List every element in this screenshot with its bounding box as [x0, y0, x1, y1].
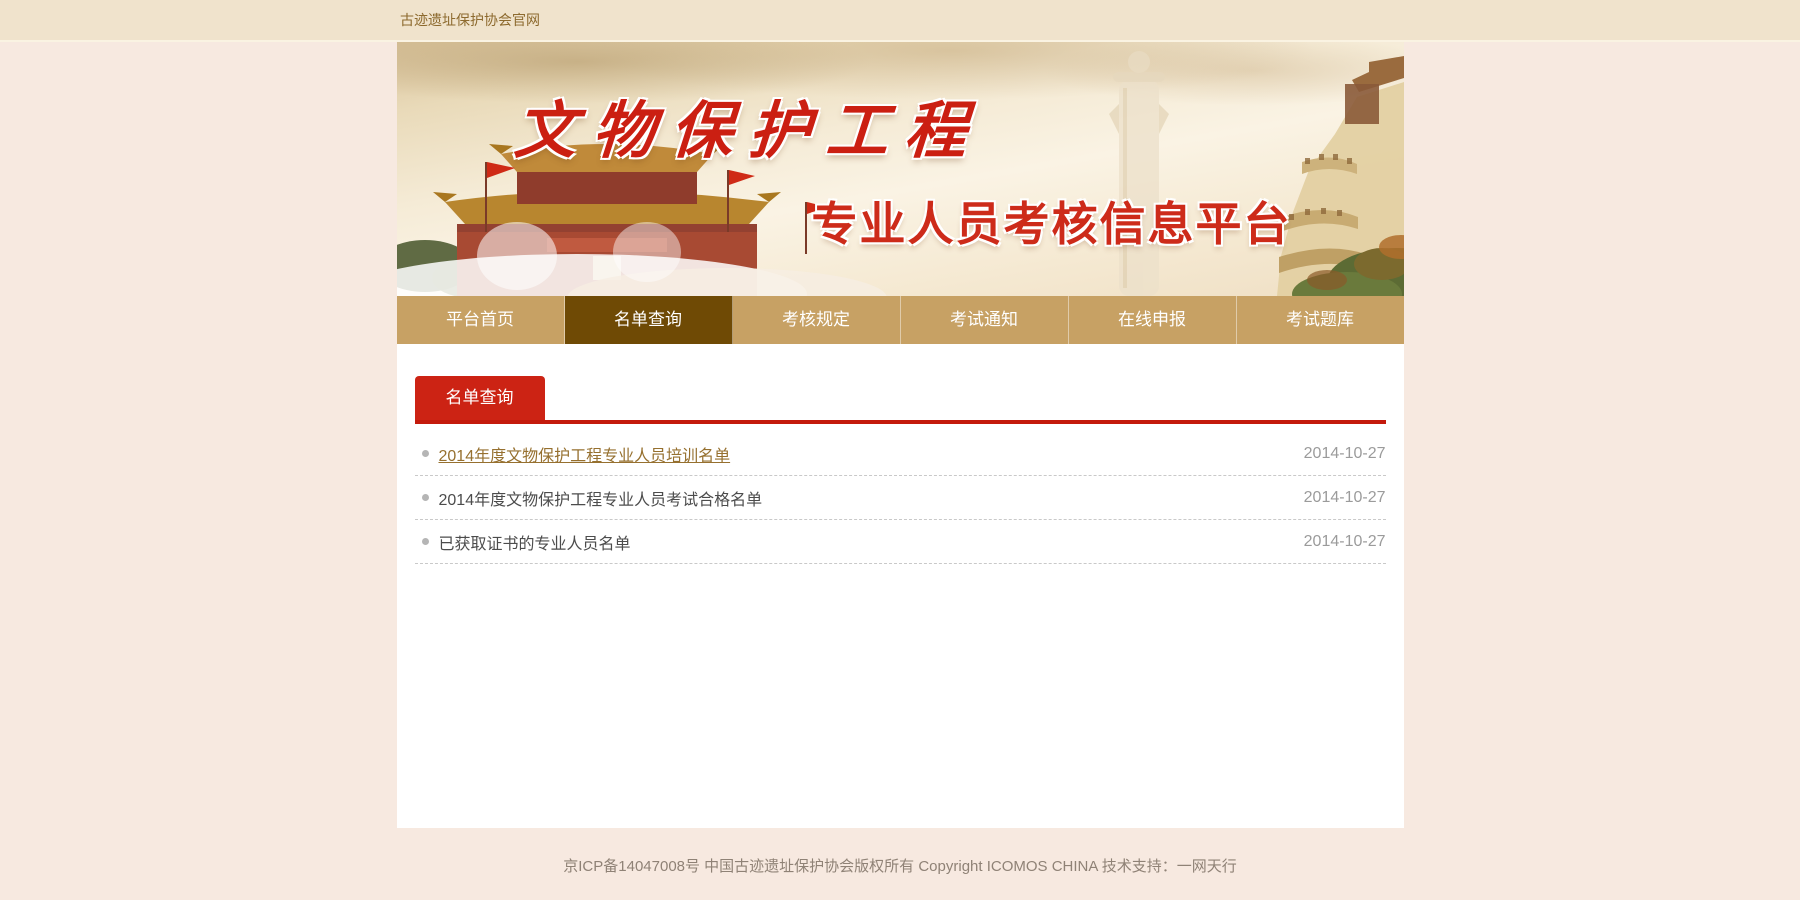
content-area: 名单查询 2014年度文物保护工程专业人员培训名单 2014-10-27 201…	[397, 344, 1404, 828]
list-item-link-training[interactable]: 2014年度文物保护工程专业人员培训名单	[439, 442, 731, 466]
topbar: 古迹遗址保护协会官网	[0, 0, 1800, 42]
news-list: 2014年度文物保护工程专业人员培训名单 2014-10-27 2014年度文物…	[415, 432, 1386, 564]
main-nav: 平台首页 名单查询 考核规定 考试通知 在线申报 考试题库	[397, 296, 1404, 344]
page-column: 文物保护工程 专业人员考核信息平台 平台首页 名单查询 考核规定 考试通知 在线…	[397, 42, 1404, 828]
bullet-icon	[422, 450, 429, 457]
banner-subtitle: 专业人员考核信息平台	[812, 188, 1292, 254]
list-item-link-certified[interactable]: 已获取证书的专业人员名单	[439, 530, 631, 554]
banner: 文物保护工程 专业人员考核信息平台	[397, 42, 1404, 296]
bullet-icon	[422, 494, 429, 501]
bullet-icon	[422, 538, 429, 545]
list-item: 已获取证书的专业人员名单 2014-10-27	[415, 520, 1386, 564]
list-item: 2014年度文物保护工程专业人员考试合格名单 2014-10-27	[415, 476, 1386, 520]
nav-item-exam-notice[interactable]: 考试通知	[901, 296, 1069, 344]
nav-item-assessment-rules[interactable]: 考核规定	[733, 296, 901, 344]
section-tab-list-query: 名单查询	[415, 376, 545, 420]
list-item-date: 2014-10-27	[1304, 533, 1386, 551]
huabiao-column-graphic	[1109, 51, 1169, 296]
footer-copyright-text: 京ICP备14047008号 中国古迹遗址保护协会版权所有 Copyright …	[563, 858, 1236, 875]
footer: 京ICP备14047008号 中国古迹遗址保护协会版权所有 Copyright …	[0, 828, 1800, 876]
list-item-date: 2014-10-27	[1304, 489, 1386, 507]
association-site-link[interactable]: 古迹遗址保护协会官网	[400, 0, 540, 40]
nav-item-question-bank[interactable]: 考试题库	[1237, 296, 1404, 344]
nav-item-home[interactable]: 平台首页	[397, 296, 565, 344]
banner-title: 文物保护工程	[511, 80, 985, 170]
section-divider	[415, 420, 1386, 424]
list-item-date: 2014-10-27	[1304, 445, 1386, 463]
great-wall-graphic	[1277, 56, 1404, 296]
nav-item-list-query[interactable]: 名单查询	[565, 296, 733, 344]
list-item: 2014年度文物保护工程专业人员培训名单 2014-10-27	[415, 432, 1386, 476]
nav-item-online-apply[interactable]: 在线申报	[1069, 296, 1237, 344]
list-item-link-exam-pass[interactable]: 2014年度文物保护工程专业人员考试合格名单	[439, 486, 763, 510]
